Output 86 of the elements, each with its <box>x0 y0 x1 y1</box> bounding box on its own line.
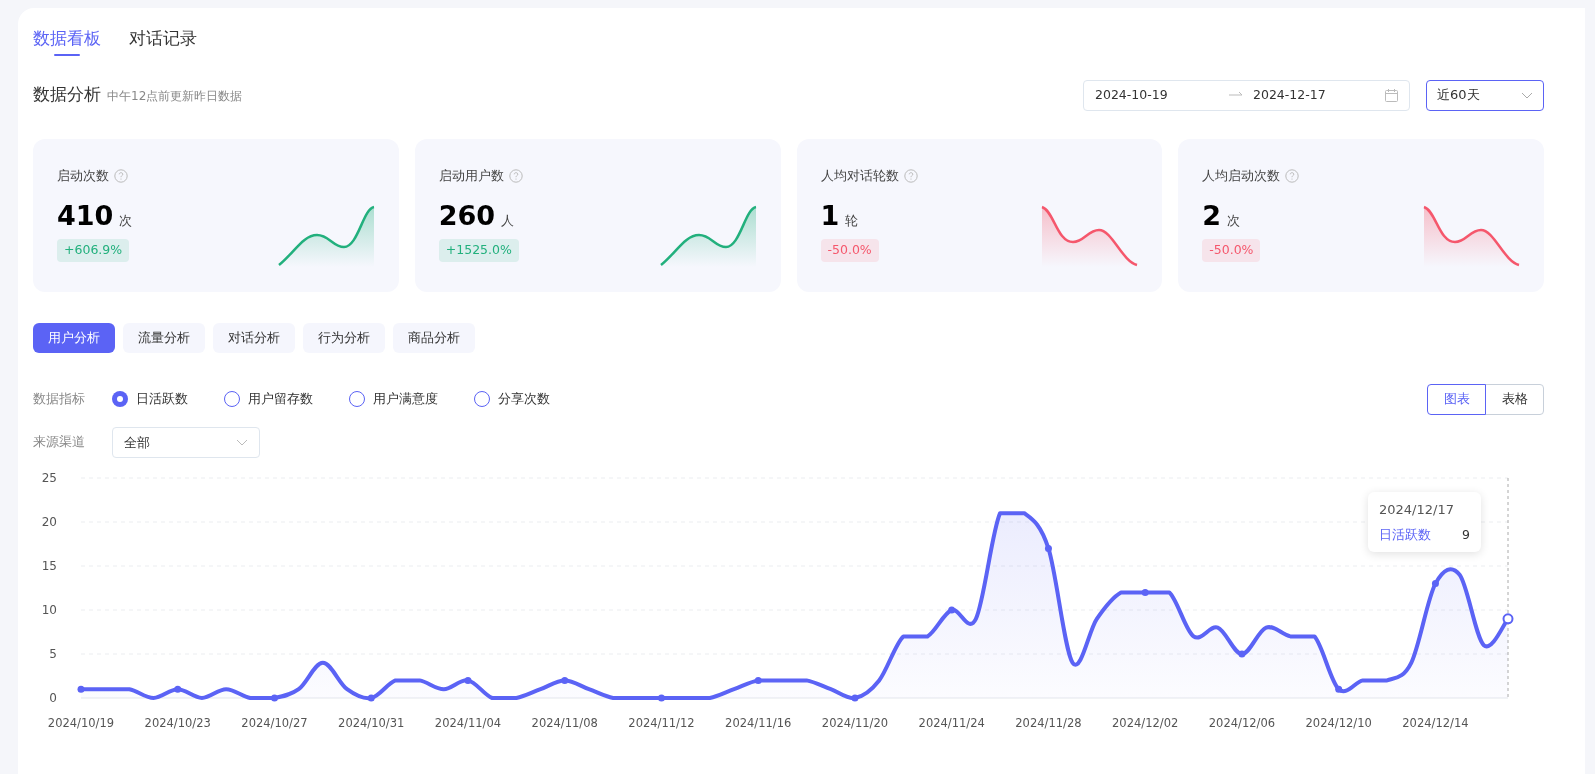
stat-label: 人均启动次数 <box>1202 167 1281 185</box>
data-point <box>1431 580 1439 588</box>
stat-unit: 次 <box>1227 211 1241 230</box>
stat-value: 260 <box>438 201 496 229</box>
radio-button[interactable] <box>474 391 490 407</box>
analysis-tab[interactable]: 对话分析 <box>213 323 295 353</box>
analysis-tab[interactable]: 流量分析 <box>123 323 205 353</box>
tab[interactable]: 数据看板 <box>33 24 101 54</box>
change-badge: +1525.0% <box>438 239 519 262</box>
x-axis-label: 2024/11/04 <box>434 716 502 730</box>
chevron-down-icon <box>236 439 248 446</box>
update-note: 中午12点前更新昨日数据 <box>107 88 243 106</box>
x-axis-label: 2024/10/23 <box>144 716 211 730</box>
radio-label: 用户满意度 <box>373 390 438 409</box>
chevron-down-icon <box>1521 91 1533 99</box>
stat-label: 人均对话轮数 <box>820 167 899 185</box>
data-point <box>1335 685 1343 693</box>
tab[interactable]: 对话记录 <box>129 24 197 54</box>
analysis-tab[interactable]: 用户分析 <box>33 323 115 353</box>
x-axis-label: 2024/12/02 <box>1112 716 1179 730</box>
data-point <box>1141 588 1149 596</box>
tooltip-series: 日活跃数 <box>1379 525 1431 544</box>
x-axis-label: 2024/12/06 <box>1208 716 1276 730</box>
stat-label: 启动用户数 <box>438 167 504 185</box>
y-axis-label: 5 <box>49 647 57 661</box>
data-point <box>851 694 859 702</box>
x-axis-label: 2024/11/24 <box>918 716 985 730</box>
change-badge: +606.9% <box>57 239 130 262</box>
calendar-icon <box>1385 88 1398 102</box>
source-select[interactable]: 全部 <box>112 427 260 458</box>
stat-unit: 次 <box>119 211 133 230</box>
data-point <box>658 694 665 702</box>
analysis-tab[interactable]: 商品分析 <box>393 323 475 353</box>
analysis-tab[interactable]: 行为分析 <box>303 323 385 353</box>
radio-label: 用户留存数 <box>248 390 313 409</box>
data-point <box>271 694 278 702</box>
view-toggle-button[interactable]: 图表 <box>1427 383 1486 415</box>
radio-label: 日活跃数 <box>136 390 188 409</box>
radio-button[interactable] <box>224 391 240 407</box>
start-date: 2024-10-19 <box>1095 85 1169 104</box>
x-axis-label: 2024/12/10 <box>1305 716 1372 730</box>
data-point <box>1238 650 1246 658</box>
tooltip-date: 2024/12/17 <box>1379 501 1455 519</box>
x-axis-label: 2024/11/20 <box>821 716 889 730</box>
y-axis-label: 10 <box>41 603 57 617</box>
x-axis-label: 2024/10/31 <box>338 716 405 730</box>
y-axis-label: 20 <box>41 515 57 529</box>
data-point <box>464 676 472 684</box>
stat-value: 2 <box>1202 201 1222 229</box>
date-range-picker[interactable]: 2024-10-19 2024-12-17 <box>1083 79 1410 111</box>
x-axis-label: 2024/12/14 <box>1402 716 1469 730</box>
change-badge: -50.0% <box>1202 239 1261 262</box>
data-point <box>1502 613 1514 625</box>
data-point <box>1044 544 1052 552</box>
data-point <box>367 694 375 702</box>
x-axis-label: 2024/11/08 <box>531 716 598 730</box>
x-axis-label: 2024/11/12 <box>628 716 695 730</box>
source-label: 来源渠道 <box>33 433 86 452</box>
period-select[interactable]: 近60天 <box>1426 79 1544 111</box>
end-date: 2024-12-17 <box>1253 85 1327 104</box>
radio-button[interactable] <box>349 391 365 407</box>
x-axis-label: 2024/10/19 <box>47 716 115 730</box>
stat-unit: 轮 <box>845 211 859 230</box>
radio-button[interactable] <box>112 391 128 407</box>
stat-value: 1 <box>820 201 840 229</box>
data-point <box>77 685 85 693</box>
data-point <box>561 676 569 684</box>
data-point <box>754 676 762 684</box>
stat-unit: 人 <box>501 211 515 230</box>
metric-label: 数据指标 <box>33 389 86 408</box>
y-axis-label: 15 <box>41 559 57 573</box>
data-point <box>948 606 956 614</box>
data-point <box>174 685 182 693</box>
x-axis-label: 2024/11/16 <box>725 716 792 730</box>
x-axis-label: 2024/11/28 <box>1015 716 1082 730</box>
x-axis-label: 2024/10/27 <box>241 716 308 730</box>
tooltip-value: 9 <box>1462 525 1470 544</box>
section-title: 数据分析 <box>33 83 101 107</box>
y-axis-label: 25 <box>41 471 57 485</box>
stat-value: 410 <box>57 201 114 229</box>
view-toggle-button[interactable]: 表格 <box>1485 383 1544 415</box>
stat-label: 启动次数 <box>57 167 109 185</box>
change-badge: -50.0% <box>820 239 879 262</box>
radio-label: 分享次数 <box>498 390 550 409</box>
y-axis-label: 0 <box>49 691 57 705</box>
arrow-icon <box>1229 91 1243 99</box>
